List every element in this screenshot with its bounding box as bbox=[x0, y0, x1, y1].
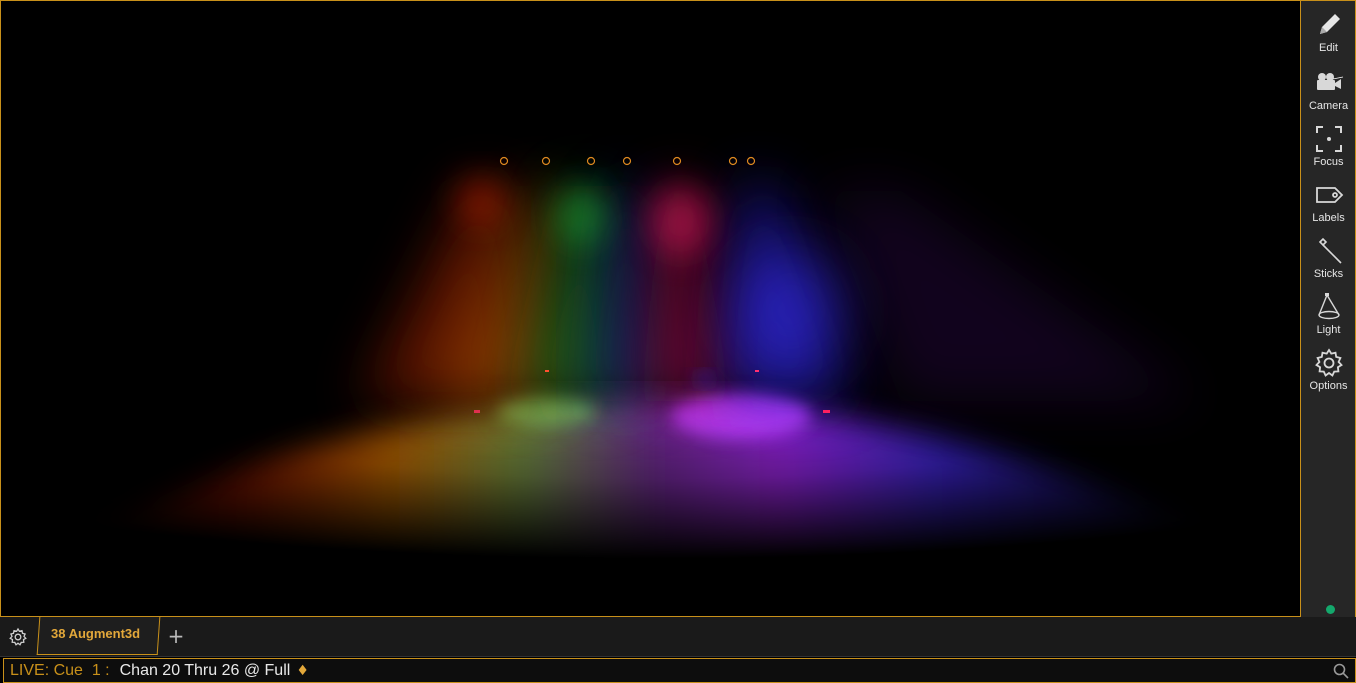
floor-hotspot-green bbox=[496, 397, 596, 425]
fixture-row bbox=[499, 156, 756, 166]
labels-button[interactable]: Labels bbox=[1301, 175, 1356, 227]
stage-scene[interactable] bbox=[1, 1, 1301, 617]
fixture-icon[interactable] bbox=[746, 156, 756, 166]
view-toolbar: Edit Camera Focus Labels Sticks Light Op… bbox=[1301, 0, 1356, 617]
fixture-icon[interactable] bbox=[672, 156, 682, 166]
command-line-text: Chan 20 Thru 26 @ Full bbox=[119, 661, 291, 679]
command-terminator-icon: ♦ bbox=[296, 662, 309, 679]
focus-icon bbox=[1315, 126, 1342, 152]
beam-glow-indigo bbox=[736, 251, 846, 371]
stage-marker bbox=[474, 410, 480, 413]
cone-light-icon bbox=[1317, 293, 1340, 320]
fixture-icon[interactable] bbox=[541, 156, 551, 166]
stage-marker bbox=[823, 410, 830, 413]
fixture-icon[interactable] bbox=[499, 156, 509, 166]
3d-viewport[interactable] bbox=[0, 0, 1301, 617]
stage-marker bbox=[545, 370, 549, 372]
options-button[interactable]: Options bbox=[1301, 343, 1356, 395]
stick-icon bbox=[1318, 237, 1342, 264]
sticks-button[interactable]: Sticks bbox=[1301, 231, 1356, 283]
focus-label: Focus bbox=[1313, 156, 1344, 168]
tab-augment3d-label: 38 Augment3d bbox=[51, 626, 141, 641]
sticks-label: Sticks bbox=[1313, 268, 1344, 280]
command-line[interactable]: LIVE: Cue 1 : Chan 20 Thru 26 @ Full ♦ bbox=[3, 658, 1356, 683]
light-beams bbox=[361, 176, 1201, 401]
beam-glow-red bbox=[456, 176, 506, 226]
camera-icon bbox=[1316, 73, 1343, 90]
augment3d-window: Edit Camera Focus Labels Sticks Light Op… bbox=[0, 0, 1356, 683]
options-label: Options bbox=[1309, 380, 1348, 392]
fixture-icon[interactable] bbox=[586, 156, 596, 166]
edit-button[interactable]: Edit bbox=[1301, 5, 1356, 57]
fixture-icon[interactable] bbox=[622, 156, 632, 166]
fixture-icon[interactable] bbox=[728, 156, 738, 166]
stage-marker bbox=[755, 370, 759, 372]
light-label: Light bbox=[1316, 324, 1341, 336]
command-line-prefix: LIVE: Cue 1 : bbox=[10, 661, 110, 679]
camera-button[interactable]: Camera bbox=[1301, 63, 1356, 115]
camera-label: Camera bbox=[1308, 100, 1349, 112]
tab-settings-gear-icon[interactable] bbox=[8, 627, 28, 647]
tag-icon bbox=[1315, 187, 1343, 203]
gear-icon bbox=[1314, 348, 1343, 377]
connection-status-indicator bbox=[1326, 605, 1335, 614]
focus-button[interactable]: Focus bbox=[1301, 119, 1356, 171]
pencil-icon bbox=[1319, 14, 1340, 34]
light-button[interactable]: Light bbox=[1301, 287, 1356, 339]
floor-light-pool bbox=[3, 399, 1300, 616]
stage-marker bbox=[692, 373, 716, 385]
search-icon[interactable] bbox=[1332, 662, 1350, 680]
add-tab-button[interactable]: + bbox=[166, 625, 186, 647]
beam-violet-haze bbox=[821, 191, 1201, 401]
edit-label: Edit bbox=[1319, 42, 1338, 54]
beam-glow-magenta bbox=[651, 186, 711, 256]
beam-glow-green bbox=[556, 186, 606, 246]
labels-label: Labels bbox=[1312, 212, 1345, 224]
tab-bar: 38 Augment3d + bbox=[0, 617, 1356, 657]
